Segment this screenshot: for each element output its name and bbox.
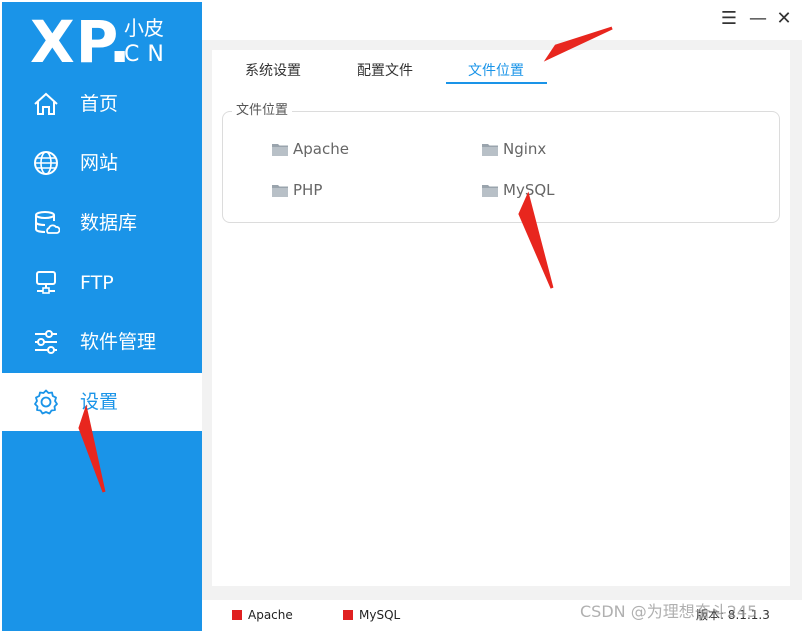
menu-icon[interactable]: ☰ <box>720 10 738 28</box>
status-label: Apache <box>248 608 293 622</box>
folder-icon <box>272 144 288 156</box>
logo-cn: CN <box>124 42 172 67</box>
watermark: CSDN @为理想奋斗245 <box>580 602 758 621</box>
folder-label: PHP <box>293 181 323 199</box>
close-icon[interactable]: ✕ <box>775 10 793 28</box>
sidebar-item-ftp[interactable]: FTP <box>2 254 202 312</box>
sliders-icon <box>35 330 57 354</box>
folder-icon <box>272 185 288 197</box>
folder-link-apache[interactable]: Apache <box>272 138 349 160</box>
sidebar-item-database[interactable]: 数据库 <box>2 194 202 252</box>
sidebar: XP. 小皮 CN 首页 网站 数据库 FTP 软件管理 设置 <box>2 2 202 631</box>
folder-icon <box>482 144 498 156</box>
file-locations-group <box>222 111 780 223</box>
folder-label: Nginx <box>503 140 547 158</box>
group-title: 文件位置 <box>232 102 293 120</box>
sidebar-item-software[interactable]: 软件管理 <box>2 313 202 371</box>
globe-icon <box>34 151 58 175</box>
status-label: MySQL <box>359 608 401 622</box>
sidebar-item-label: 设置 <box>80 391 119 413</box>
sidebar-item-label: 数据库 <box>80 212 138 234</box>
sidebar-item-label: 网站 <box>80 152 119 174</box>
sidebar-item-settings[interactable]: 设置 <box>2 373 202 431</box>
active-tab-indicator <box>446 82 547 84</box>
folder-link-php[interactable]: PHP <box>272 179 322 201</box>
gear-icon <box>34 389 58 415</box>
folder-icon <box>482 185 498 197</box>
status-indicator <box>232 610 242 620</box>
sidebar-item-label: 首页 <box>80 93 119 115</box>
logo-small: 小皮 <box>124 16 164 40</box>
logo-brand: XP. <box>30 8 132 76</box>
sidebar-item-home[interactable]: 首页 <box>2 75 202 133</box>
minimize-icon[interactable]: — <box>749 10 767 28</box>
database-icon <box>35 211 60 234</box>
home-icon <box>34 92 58 115</box>
sidebar-item-label: FTP <box>80 272 114 294</box>
sidebar-item-label: 软件管理 <box>80 331 157 353</box>
server-icon <box>36 271 56 294</box>
tab-system-settings[interactable]: 系统设置 <box>238 60 308 82</box>
folder-link-mysql[interactable]: MySQL <box>482 179 555 201</box>
folder-label: Apache <box>293 140 349 158</box>
folder-label: MySQL <box>503 181 555 199</box>
folder-link-nginx[interactable]: Nginx <box>482 138 546 160</box>
tab-file-locations[interactable]: 文件位置 <box>460 60 532 82</box>
app-logo: XP. 小皮 CN <box>30 12 200 72</box>
title-bar <box>202 2 802 40</box>
status-mysql: MySQL <box>343 606 400 624</box>
tab-config-files[interactable]: 配置文件 <box>350 60 420 82</box>
status-indicator <box>343 610 353 620</box>
status-apache: Apache <box>232 606 293 624</box>
sidebar-item-website[interactable]: 网站 <box>2 134 202 192</box>
